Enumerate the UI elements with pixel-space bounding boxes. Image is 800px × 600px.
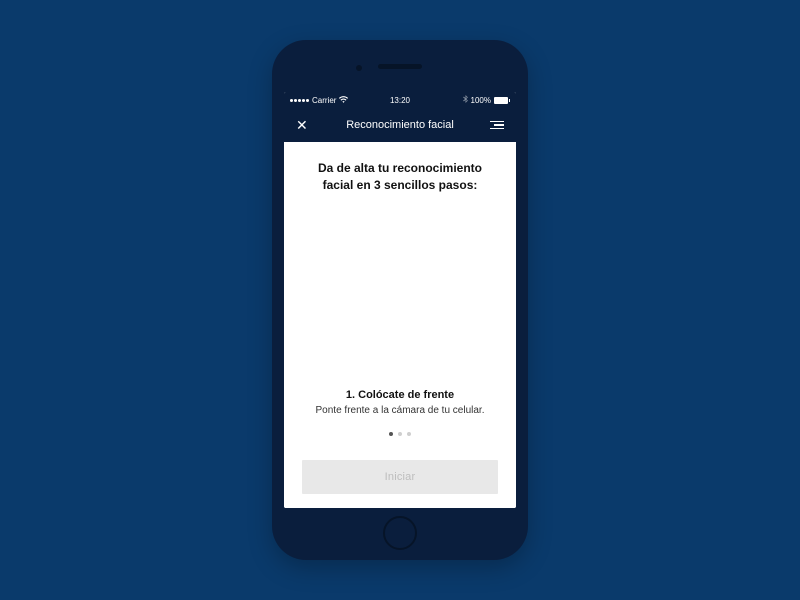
- pager-dot-1[interactable]: [389, 432, 393, 436]
- status-time: 13:20: [390, 96, 410, 105]
- status-left: Carrier: [290, 96, 348, 105]
- nav-bar: ✕ Reconocimiento facial: [284, 108, 516, 142]
- phone-front-camera: [356, 65, 362, 71]
- onboarding-heading: Da de alta tu reconocimiento facial en 3…: [302, 160, 498, 194]
- signal-icon: [290, 99, 309, 102]
- illustration-area: [302, 194, 498, 389]
- menu-icon[interactable]: [490, 121, 504, 130]
- status-right: 100%: [463, 95, 510, 105]
- home-button[interactable]: [383, 516, 417, 550]
- status-bar: Carrier 13:20 100%: [284, 92, 516, 108]
- page-title: Reconocimiento facial: [346, 119, 454, 131]
- step-description: Ponte frente a la cámara de tu celular.: [302, 405, 498, 416]
- battery-percent: 100%: [471, 96, 491, 105]
- battery-icon: [494, 97, 510, 104]
- carrier-label: Carrier: [312, 96, 336, 105]
- step-title: 1. Colócate de frente: [302, 389, 498, 401]
- wifi-icon: [339, 96, 348, 105]
- pager-dot-3[interactable]: [407, 432, 411, 436]
- phone-frame: Carrier 13:20 100% ✕ Reconocimiento faci…: [272, 40, 528, 560]
- close-icon[interactable]: ✕: [296, 118, 308, 132]
- onboarding-content: Da de alta tu reconocimiento facial en 3…: [284, 142, 516, 508]
- start-button[interactable]: Iniciar: [302, 460, 498, 494]
- pager-dot-2[interactable]: [398, 432, 402, 436]
- phone-speaker: [378, 64, 422, 69]
- page-indicator[interactable]: [302, 432, 498, 436]
- screen: Carrier 13:20 100% ✕ Reconocimiento faci…: [284, 92, 516, 508]
- bluetooth-icon: [463, 95, 468, 105]
